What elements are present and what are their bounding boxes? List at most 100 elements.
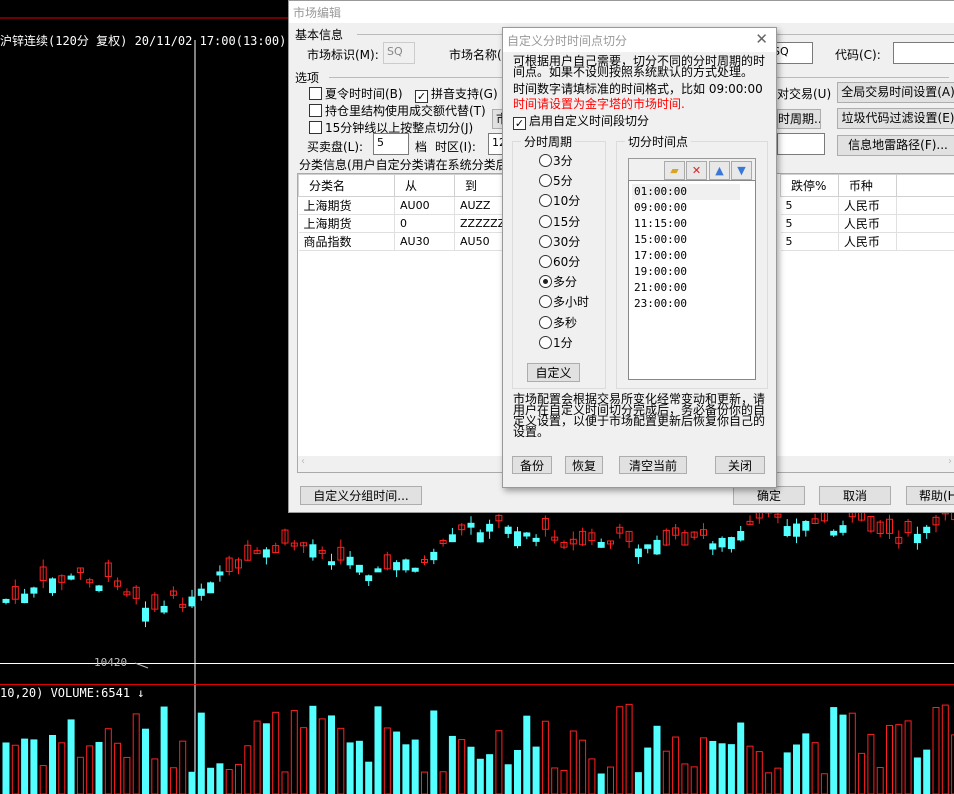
- time-point-item[interactable]: 01:00:00: [632, 184, 740, 200]
- time-point-item[interactable]: 17:00:00: [629, 248, 755, 264]
- volume-text: 10,20) VOLUME:6541: [0, 686, 131, 700]
- market-id-field[interactable]: SQ: [383, 42, 415, 64]
- volume-bar: [142, 728, 149, 794]
- volume-bar: [421, 771, 428, 794]
- custom-button[interactable]: 自定义: [527, 363, 580, 382]
- delete-icon[interactable]: ✕: [686, 161, 707, 180]
- close-button[interactable]: 关闭: [715, 456, 765, 474]
- bidask-field[interactable]: 5: [373, 133, 409, 155]
- chart-title: 沪锌连续(120分 复权) 20/11/02 17:00(13:00): [0, 34, 287, 48]
- table-row[interactable]: 5 人民币: [780, 232, 954, 251]
- volume-bar: [179, 740, 187, 794]
- volume-bar: [439, 771, 447, 794]
- volume-bar: [216, 763, 224, 794]
- points-list[interactable]: 01:00:00 09:00:00 11:15:00 15:00:00 17:00:00…: [628, 180, 756, 380]
- radio-period[interactable]: 3分: [539, 152, 573, 169]
- oi-struct-checkbox[interactable]: 持仓里结构使用成交额代替(T): [309, 102, 486, 119]
- col-limit[interactable]: 跌停%: [780, 174, 839, 197]
- radio-period[interactable]: 15分: [539, 213, 580, 230]
- radio-period[interactable]: 30分: [539, 233, 580, 250]
- time-point-item[interactable]: 11:15:00: [629, 216, 755, 232]
- time-point-item[interactable]: 21:00:00: [629, 280, 755, 296]
- ok-button[interactable]: 确定: [733, 486, 805, 505]
- cancel-button[interactable]: 取消: [819, 486, 891, 505]
- volume-bar: [727, 744, 735, 794]
- basic-info-heading: 基本信息: [295, 28, 344, 42]
- oi-struct-label: 持仓里结构使用成交额代替(T): [325, 104, 486, 118]
- volume-bar: [504, 764, 512, 794]
- candle-down: [67, 575, 75, 580]
- period-button[interactable]: 时周期..: [777, 109, 821, 129]
- backup-button[interactable]: 备份: [512, 456, 552, 474]
- radio-period[interactable]: 10分: [539, 192, 580, 209]
- time-point-item[interactable]: 15:00:00: [629, 232, 755, 248]
- table-row[interactable]: 上海期货 AU00 AUZZ: [298, 196, 527, 215]
- volume-bar: [281, 771, 289, 794]
- junk-filter-button[interactable]: 垃圾代码过滤设置(E): [837, 108, 954, 129]
- volume-bar: [886, 724, 893, 794]
- radio-period[interactable]: 多小时: [539, 293, 589, 310]
- volume-bar: [402, 744, 410, 794]
- arrow-down-icon[interactable]: ▼: [731, 161, 752, 180]
- text-field[interactable]: [777, 133, 825, 155]
- volume-bar: [169, 767, 177, 794]
- col-name[interactable]: 分类名: [298, 174, 395, 197]
- dst-checkbox[interactable]: 夏令时时间(B): [309, 85, 403, 102]
- candle-down: [30, 587, 38, 594]
- custom-group-time-button[interactable]: 自定义分组时间...: [300, 486, 422, 505]
- volume-bar: [839, 714, 847, 794]
- table-row[interactable]: 商品指数 AU30 AU50: [298, 232, 527, 251]
- close-icon[interactable]: ✕: [755, 30, 768, 48]
- radio-label: 多秒: [553, 315, 578, 330]
- options-heading: 选项: [295, 71, 320, 85]
- arrow-up-icon[interactable]: ▲: [709, 161, 730, 180]
- candle-down: [262, 549, 270, 558]
- volume-bar: [160, 706, 168, 794]
- candle-down: [644, 544, 652, 549]
- table-row[interactable]: 5 人民币: [780, 214, 954, 233]
- radio-label: 60分: [553, 255, 581, 269]
- backup-note: 市场配置会根据交易所变化经常变动和更新，请用户在自定义时间切分完成后，务必备份你…: [513, 392, 766, 439]
- volume-bar: [588, 758, 596, 794]
- radio-icon: [539, 154, 552, 167]
- volume-bar: [30, 739, 38, 794]
- time-point-item[interactable]: 19:00:00: [629, 264, 755, 280]
- enable-split-checkbox[interactable]: ✓ 启用自定义时间段切分: [513, 112, 649, 130]
- cell-from: 0: [394, 214, 455, 233]
- candle-down: [913, 533, 921, 544]
- clear-button[interactable]: 清空当前: [619, 456, 687, 474]
- info-path-button[interactable]: 信息地雷路径(F)...: [837, 135, 954, 156]
- col-from[interactable]: 从: [394, 174, 455, 197]
- folder-icon[interactable]: ▰: [664, 161, 685, 180]
- radio-period[interactable]: 60分: [539, 253, 580, 270]
- time-point-item[interactable]: 09:00:00: [629, 200, 755, 216]
- col-currency[interactable]: 币种: [837, 174, 897, 197]
- global-time-button[interactable]: 全局交易时间设置(A): [837, 82, 954, 103]
- help-button[interactable]: 帮助(H): [906, 486, 954, 505]
- radio-period[interactable]: 1分: [539, 334, 573, 351]
- candle-down: [476, 532, 484, 543]
- radio-label: 30分: [553, 234, 581, 249]
- radio-period[interactable]: 多分: [539, 273, 577, 290]
- radio-label: 3分: [553, 154, 573, 168]
- code-label: 代码(C):: [835, 48, 881, 62]
- table-row[interactable]: 5 人民币: [780, 196, 954, 215]
- volume-bar: [774, 767, 782, 794]
- pinyin-checkbox[interactable]: ✓ 拼音支持(G): [415, 85, 498, 103]
- points-group-title: 切分时间点: [625, 133, 692, 150]
- candle-down: [216, 571, 224, 576]
- time-point-item[interactable]: 23:00:00: [629, 296, 755, 312]
- volume-bar: [625, 703, 633, 794]
- radio-period[interactable]: 多秒: [539, 314, 577, 331]
- radio-period[interactable]: 5分: [539, 172, 573, 189]
- volume-bar: [458, 739, 466, 794]
- volume-bar: [923, 749, 931, 794]
- volume-bar: [783, 752, 791, 794]
- volume-bar: [235, 763, 242, 794]
- code-field[interactable]: [893, 42, 954, 64]
- table-row[interactable]: 上海期货 0 ZZZZZZZZ: [298, 214, 527, 233]
- volume-bar: [337, 727, 345, 794]
- checkbox-icon: [309, 121, 322, 134]
- candle-down: [467, 522, 475, 528]
- restore-button[interactable]: 恢复: [565, 456, 603, 474]
